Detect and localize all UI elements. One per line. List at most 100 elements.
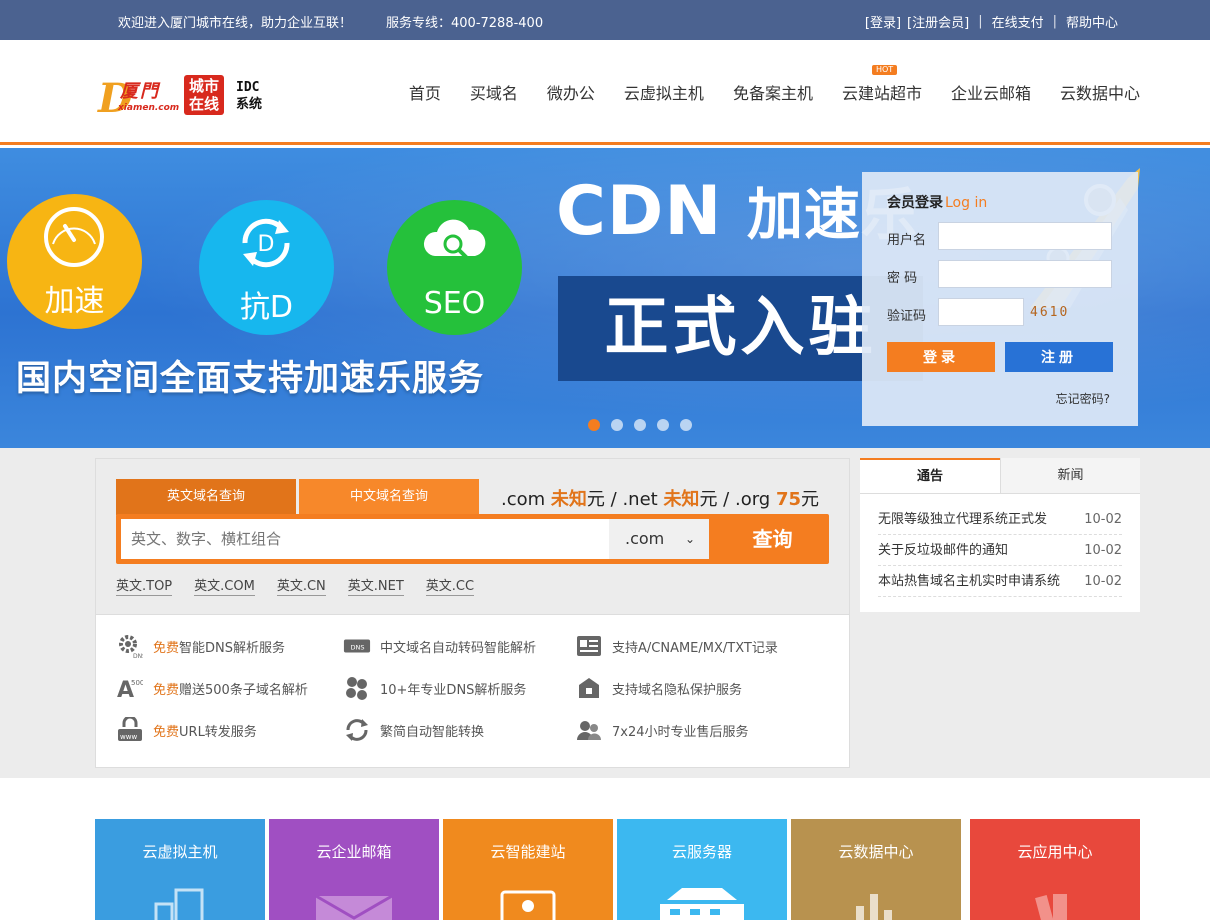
list-item[interactable]: 关于反垃圾邮件的通知 10-02 [878,535,1122,566]
svg-text:DNS: DNS [133,653,143,659]
search-button[interactable]: 查询 [716,514,829,564]
nav-micro-office[interactable]: 微办公 [547,80,595,104]
tile-site-builder[interactable]: 云智能建站 [443,819,613,920]
captcha-image[interactable]: 4610 [1030,305,1069,320]
carousel-dot[interactable] [634,419,646,431]
svg-text:500: 500 [131,679,143,687]
nav-no-record-host[interactable]: 免备案主机 [733,80,813,104]
monitor-gear-icon [500,890,556,920]
login-link[interactable]: [登录] [865,12,901,31]
carousel-dot[interactable] [680,419,692,431]
captcha-label: 验证码 [887,309,927,324]
dns-tag-icon: DNS [343,633,371,659]
feature-item: A 500 免费赠送500条子域名解析 [116,675,308,701]
domain-search-input[interactable] [121,519,609,559]
welcome-text: 欢迎进入厦门城市在线，助力企业互联！ [118,16,353,31]
hero-banner[interactable]: 加速 D 抗D SEO 国内空间全面支持加速乐服务 CDN 加速乐 正式入驻 会… [0,148,1210,448]
quick-link-top[interactable]: 英文.TOP [116,575,173,596]
search-bar: .com⌄ 查询 [116,514,829,564]
feature-item: www 免费URL转发服务 [116,717,257,743]
main-nav: 首页 买域名 微办公 云虚拟主机 免备案主机 云建站超市 HOT 企业云邮箱 云数… [409,65,1140,104]
quick-link-cn[interactable]: 英文.CN [276,575,326,596]
tile-data-center[interactable]: 云数据中心 [791,819,961,920]
register-button[interactable]: 注册 [1005,342,1113,372]
top-links: [登录] [注册会员] | 在线支付 | 帮助中心 [865,12,1118,31]
quick-link-com[interactable]: 英文.COM [194,575,255,596]
register-link[interactable]: [注册会员] [907,12,969,31]
login-title: 会员登录 Log in [887,195,988,211]
nav-cloud-host[interactable]: 云虚拟主机 [624,80,704,104]
logo-seal: 城市在线 [184,75,224,115]
password-label: 密 码 [887,271,918,286]
seo-label: SEO [423,286,486,321]
hotline-text: 服务专线：400-7288-400 [386,16,544,31]
carousel-dot[interactable] [657,419,669,431]
anti-ddos-label: 抗D [239,290,294,325]
domain-prices: .com 未知元 / .net 未知元 / .org 75元 [501,489,820,510]
tile-cloud-server[interactable]: 云服务器 [617,819,787,920]
tile-app-center[interactable]: 云应用中心 [970,819,1140,920]
notice-panel: 通告 新闻 无限等级独立代理系统正式发 10-02 关于反垃圾邮件的通知 10-02… [860,458,1140,612]
nav-data-center[interactable]: 云数据中心 [1060,80,1140,104]
server-rack-icon [154,888,204,920]
domain-section: 英文域名查询 中文域名查询 .com 未知元 / .net 未知元 / .org… [0,448,1210,778]
carousel-dot[interactable] [588,419,600,431]
quick-link-net[interactable]: 英文.NET [347,575,404,596]
nav-site-builder[interactable]: 云建站超市 HOT [842,65,922,104]
server-cluster-icon [343,675,371,701]
tile-cloud-host[interactable]: 云虚拟主机 [95,819,265,920]
tab-english-domain[interactable]: 英文域名查询 [116,479,296,515]
product-tiles: 云虚拟主机 云企业邮箱 云智能建站 云服务器 云数据中心 云应用中心 [95,819,1140,920]
list-item[interactable]: 无限等级独立代理系统正式发 10-02 [878,504,1122,535]
feature-item: DNS 中文域名自动转码智能解析 [343,633,536,659]
carousel-dots [588,419,703,431]
logo-domain: xiamen.com [118,103,180,113]
nav-cloud-mail[interactable]: 企业云邮箱 [951,80,1031,104]
search-tabs: 英文域名查询 中文域名查询 [116,479,482,515]
search-top: 英文域名查询 中文域名查询 .com 未知元 / .net 未知元 / .org… [96,459,849,614]
username-input[interactable] [938,222,1112,250]
feature-item: DNS 免费智能DNS解析服务 [116,633,285,659]
feature-item: 繁简自动智能转换 [343,717,484,743]
hot-badge: HOT [871,65,898,75]
tab-notice[interactable]: 通告 [860,458,1000,493]
username-label: 用户名 [887,233,927,248]
books-icon [1035,894,1067,920]
cloud-search-icon [423,219,486,260]
separator: | [978,14,983,29]
site-logo[interactable]: D 厦門 xiamen.com 城市在线 IDC 系统 [98,73,268,123]
captcha-input[interactable] [938,298,1024,326]
tab-news[interactable]: 新闻 [1000,458,1140,493]
nav-buy-domain[interactable]: 买域名 [470,80,518,104]
speedometer-icon [44,207,104,267]
suffix-select[interactable]: .com ⌄ [609,519,709,559]
tile-cloud-mail[interactable]: 云企业邮箱 [269,819,439,920]
help-center-link[interactable]: 帮助中心 [1066,12,1118,31]
support-icon [575,717,603,743]
notice-list: 无限等级独立代理系统正式发 10-02 关于反垃圾邮件的通知 10-02 本站热售域… [860,494,1140,597]
envelope-icon [315,894,393,920]
nav-home[interactable]: 首页 [409,80,441,104]
carousel-dot[interactable] [611,419,623,431]
tab-chinese-domain[interactable]: 中文域名查询 [299,479,479,515]
quick-suffix-links: 英文.TOP 英文.COM 英文.CN 英文.NET 英文.CC [116,575,496,596]
speed-label: 加速 [44,284,105,319]
dns-gear-icon: DNS [116,633,144,659]
password-input[interactable] [938,260,1112,288]
feature-item: 7x24小时专业售后服务 [575,717,749,743]
chevron-down-icon: ⌄ [684,532,695,546]
quick-link-cc[interactable]: 英文.CC [425,575,475,596]
bar-chart-icon [856,894,892,920]
svg-text:D: D [258,232,275,257]
svg-text:www: www [120,733,137,741]
forgot-password-link[interactable]: 忘记密码? [1056,390,1110,407]
speed-circle: 加速 [7,194,142,329]
separator: | [1052,14,1057,29]
list-item[interactable]: 本站热售域名主机实时申请系统 10-02 [878,566,1122,597]
online-pay-link[interactable]: 在线支付 [992,12,1044,31]
domain-search-panel: 英文域名查询 中文域名查询 .com 未知元 / .net 未知元 / .org… [95,458,850,768]
www-lock-icon: www [116,717,144,743]
svg-text:DNS: DNS [350,644,364,652]
top-bar: 欢迎进入厦门城市在线，助力企业互联！ 服务专线：400-7288-400 [登录… [0,0,1210,40]
login-button[interactable]: 登录 [887,342,995,372]
